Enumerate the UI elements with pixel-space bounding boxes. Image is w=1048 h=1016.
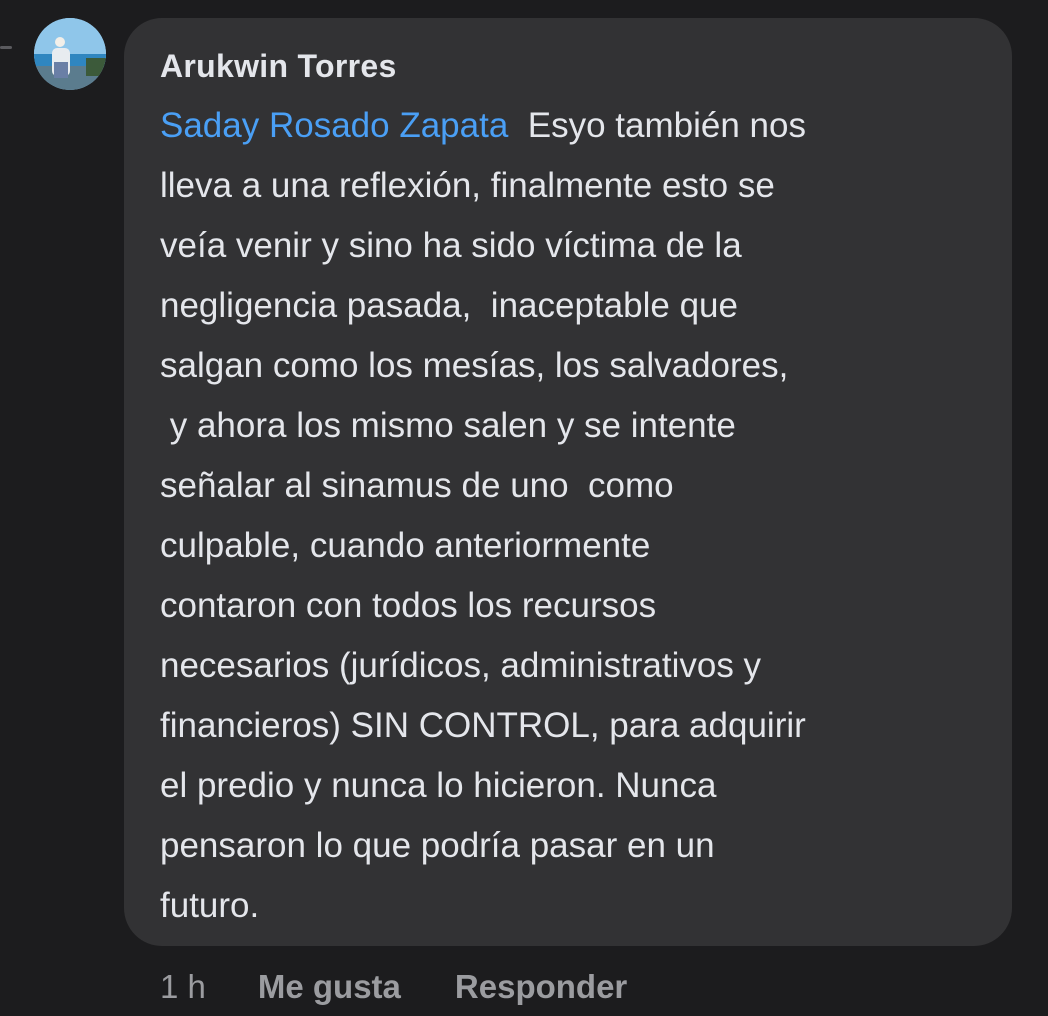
comment-line: culpable, cuando anteriormente [160,526,651,565]
thread-connector-line [0,46,12,49]
reply-button[interactable]: Responder [455,968,627,1006]
comment-line: salgan como los mesías, los salvadores, [160,346,789,385]
comment-line: el predio y nunca lo hicieron. Nunca [160,766,717,805]
comment-line: Esyo también nos [508,106,806,145]
comment-line: negligencia pasada, inaceptable que [160,286,738,325]
avatar[interactable] [34,18,106,90]
comment-body: Saday Rosado Zapata Esyo también nos lle… [160,96,980,936]
comment-line: lleva a una reflexión, finalmente esto s… [160,166,775,205]
comment-bubble: Arukwin Torres Saday Rosado Zapata Esyo … [124,18,1012,946]
comment-actions: 1 h Me gusta Responder [160,962,681,1012]
mention-link[interactable]: Saday Rosado Zapata [160,106,508,145]
comment-line: y ahora los mismo salen y se intente [160,406,736,445]
comment-line: financieros) SIN CONTROL, para adquirir [160,706,806,745]
comment-line: pensaron lo que podría pasar en un [160,826,715,865]
comment-timestamp: 1 h [160,968,206,1005]
comment-line: señalar al sinamus de uno como [160,466,674,505]
like-button[interactable]: Me gusta [258,968,401,1006]
comment-line: necesarios (jurídicos, administrativos y [160,646,762,685]
comment-line: veía venir y sino ha sido víctima de la [160,226,742,265]
comment-line: futuro. [160,886,260,925]
comment-thread: Arukwin Torres Saday Rosado Zapata Esyo … [0,0,1048,1016]
comment-author[interactable]: Arukwin Torres [160,46,976,86]
comment-line: contaron con todos los recursos [160,586,657,625]
avatar-photo-icon [34,18,106,90]
